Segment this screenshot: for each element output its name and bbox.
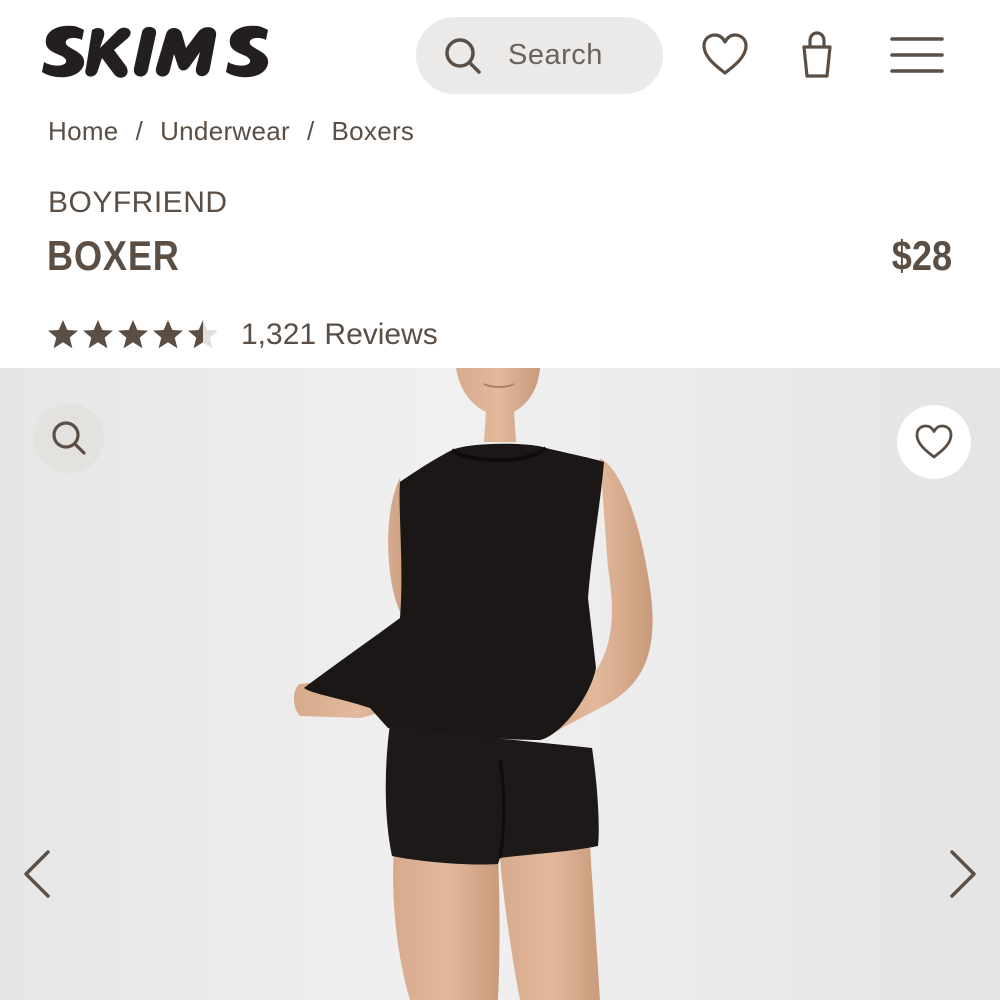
skims-logo-wordmark [42,25,269,78]
site-header: Search [0,0,1000,110]
heart-icon [915,424,953,459]
chevron-left-icon[interactable] [18,846,58,902]
breadcrumb-boxers[interactable]: Boxers [332,116,415,147]
breadcrumb-separator: / [306,116,315,146]
heart-icon[interactable] [698,28,752,82]
product-title: BOXER [47,232,180,279]
search-placeholder: Search [508,39,603,71]
star-half-icon [188,320,218,349]
star-rating [46,318,221,352]
breadcrumb: Home / Underwear / Boxers [48,116,414,147]
breadcrumb-underwear[interactable]: Underwear [160,116,290,147]
product-image-gallery[interactable] [0,368,1000,1000]
star-full-icon [118,320,148,349]
product-rating[interactable]: 1,321 Reviews [46,318,438,352]
skims-logo[interactable] [40,22,272,82]
star-full-icon [48,320,78,349]
breadcrumb-home[interactable]: Home [48,116,119,147]
product-price: $28 [891,232,952,279]
search-bar[interactable]: Search [416,17,663,94]
zoom-icon [52,421,86,455]
shopping-bag-icon[interactable] [790,28,844,82]
product-photo [0,368,1000,1000]
search-icon [445,38,481,74]
chevron-right-icon[interactable] [942,846,982,902]
product-subtitle: BOYFRIEND [48,186,228,219]
reviews-link[interactable]: 1,321 Reviews [241,318,438,352]
zoom-button[interactable] [34,403,104,473]
hamburger-menu-icon[interactable] [888,28,946,82]
breadcrumb-separator: / [135,116,144,146]
star-full-icon [83,320,113,349]
star-full-icon [153,320,183,349]
add-to-wishlist-button[interactable] [897,405,971,479]
